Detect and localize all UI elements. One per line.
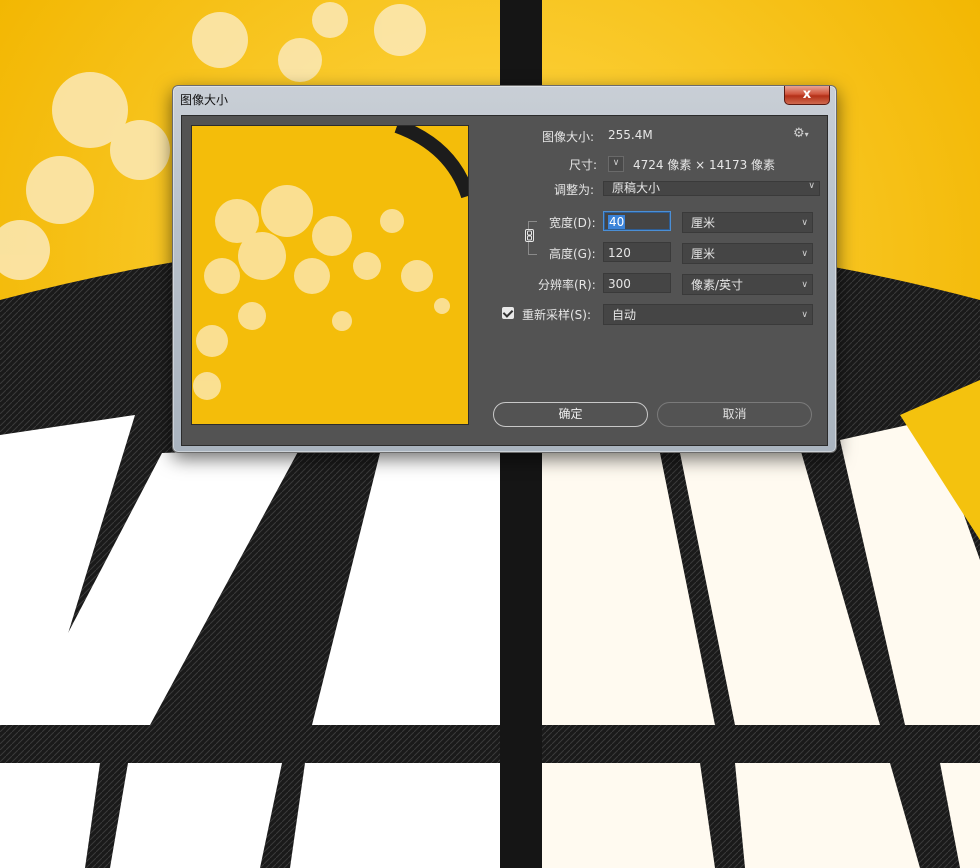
image-size-dialog: 图像大小 x 图像大小: 255.4M ⚙▾ 尺寸: ∨ 4724 像素 × 1… xyxy=(172,85,837,453)
resample-method-select[interactable]: 自动 ∨ xyxy=(603,304,813,325)
chevron-down-icon: ∨ xyxy=(801,249,808,259)
chevron-down-icon: ∨ xyxy=(612,158,620,168)
dialog-body: 图像大小: 255.4M ⚙▾ 尺寸: ∨ 4724 像素 × 14173 像素… xyxy=(181,115,828,446)
image-size-label: 图像大小: xyxy=(542,130,595,144)
resample-label: 重新采样(S): xyxy=(522,308,592,322)
dialog-title: 图像大小 xyxy=(180,93,229,107)
fit-to-select[interactable]: 原稿大小 ∨ xyxy=(603,181,820,196)
image-size-value: 255.4M xyxy=(608,128,653,142)
width-unit-value: 厘米 xyxy=(691,216,716,230)
preview-image xyxy=(192,126,468,424)
close-button[interactable]: x xyxy=(784,86,830,105)
cancel-button[interactable]: 取消 xyxy=(657,402,812,427)
resolution-unit-value: 像素/英寸 xyxy=(691,278,744,292)
constraint-bracket-bottom xyxy=(528,242,537,255)
dimensions-units-dropdown[interactable]: ∨ xyxy=(608,156,624,172)
chevron-down-icon: ∨ xyxy=(801,310,808,320)
resample-checkbox[interactable] xyxy=(502,307,514,319)
chevron-down-icon: ∨ xyxy=(808,181,815,191)
close-icon: x xyxy=(802,87,812,102)
dimensions-value: 4724 像素 × 14173 像素 xyxy=(633,158,776,172)
resolution-label: 分辨率(R): xyxy=(538,278,596,292)
height-unit-select[interactable]: 厘米 ∨ xyxy=(682,243,813,264)
ok-button[interactable]: 确定 xyxy=(493,402,648,427)
resolution-unit-select[interactable]: 像素/英寸 ∨ xyxy=(682,274,813,295)
resolution-value: 300 xyxy=(608,277,631,291)
gear-icon[interactable]: ⚙▾ xyxy=(793,126,809,141)
fit-to-value: 原稿大小 xyxy=(612,181,661,195)
height-label: 高度(G): xyxy=(549,247,596,261)
height-value: 120 xyxy=(608,246,631,260)
height-input[interactable]: 120 xyxy=(603,242,671,262)
image-preview[interactable] xyxy=(191,125,469,425)
width-value: 40 xyxy=(608,215,626,229)
dimensions-label: 尺寸: xyxy=(569,158,598,172)
chain-link-icon[interactable] xyxy=(525,229,534,242)
width-label: 宽度(D): xyxy=(549,216,596,230)
width-input[interactable]: 40 xyxy=(603,211,671,231)
height-unit-value: 厘米 xyxy=(691,247,716,261)
resample-method-value: 自动 xyxy=(612,308,637,322)
resolution-input[interactable]: 300 xyxy=(603,273,671,293)
chevron-down-icon: ∨ xyxy=(801,280,808,290)
fit-to-label: 调整为: xyxy=(554,183,595,197)
chevron-down-icon: ∨ xyxy=(801,218,808,228)
width-unit-select[interactable]: 厘米 ∨ xyxy=(682,212,813,233)
title-bar[interactable]: 图像大小 x xyxy=(173,86,836,112)
